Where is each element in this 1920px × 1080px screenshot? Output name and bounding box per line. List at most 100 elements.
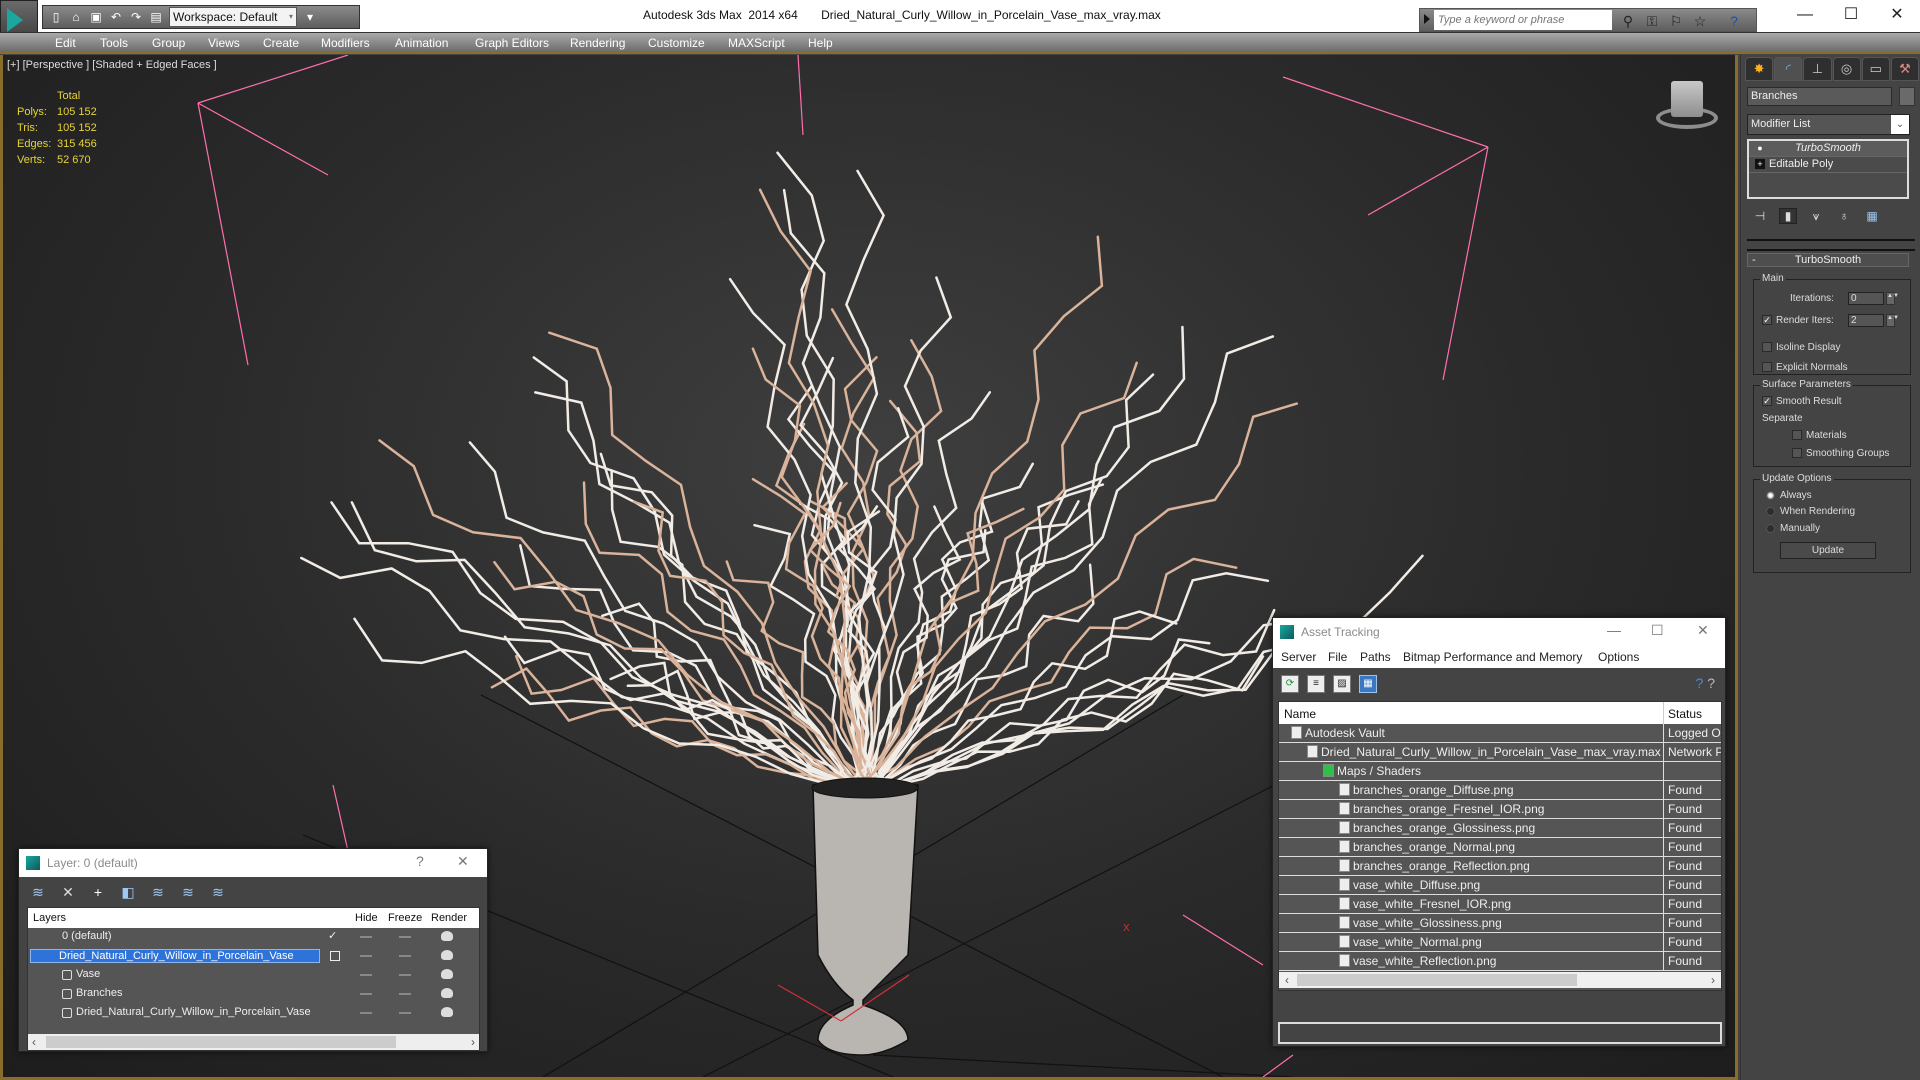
isoline-display-checkbox[interactable]: [1762, 342, 1772, 352]
create-tab-icon[interactable]: ✸: [1745, 57, 1774, 81]
expand-arrow-icon[interactable]: [1424, 14, 1430, 24]
modify-tab-icon[interactable]: ◜: [1774, 57, 1803, 81]
create-layer-icon[interactable]: ≋: [29, 883, 47, 901]
menu-maxscript[interactable]: MAXScript: [728, 36, 785, 50]
list-view-icon[interactable]: ≡: [1307, 675, 1325, 693]
thumbnail-view-icon[interactable]: ▨: [1333, 675, 1351, 693]
smooth-result-checkbox[interactable]: ✓: [1762, 396, 1772, 406]
freeze-toggle[interactable]: [399, 993, 411, 995]
object-row[interactable]: Vase: [28, 966, 479, 985]
horizontal-scrollbar[interactable]: ‹ ›: [1279, 972, 1721, 988]
hide-toggle[interactable]: [360, 974, 372, 976]
update-manually-radio[interactable]: [1766, 524, 1775, 533]
communication-center-icon[interactable]: ⚐: [1666, 11, 1686, 31]
object-color-swatch[interactable]: [1899, 87, 1915, 106]
hide-toggle[interactable]: [360, 936, 372, 938]
menu-modifiers[interactable]: Modifiers: [321, 36, 370, 50]
object-row[interactable]: Dried_Natural_Curly_Willow_in_Porcelain_…: [28, 1004, 479, 1023]
select-objects-icon[interactable]: ◧: [119, 883, 137, 901]
smoothing-groups-checkbox[interactable]: [1792, 448, 1802, 458]
render-teapot-icon[interactable]: [441, 1007, 453, 1017]
close-button[interactable]: ✕: [1697, 622, 1709, 639]
layer-row[interactable]: 0 (default) ✓: [28, 928, 479, 947]
make-current-checkbox[interactable]: [330, 951, 340, 961]
menu-paths[interactable]: Paths: [1360, 650, 1391, 664]
column-layers[interactable]: Layers: [33, 912, 66, 924]
whats-this-icon[interactable]: ?: [1707, 675, 1715, 691]
render-teapot-icon[interactable]: [441, 931, 453, 941]
stack-item-editable-poly[interactable]: + Editable Poly: [1749, 157, 1907, 173]
freeze-toggle[interactable]: [399, 1012, 411, 1014]
asset-row[interactable]: vase_white_Fresnel_IOR.png Found: [1279, 895, 1721, 914]
open-file-icon[interactable]: ⌂: [69, 10, 83, 24]
save-icon[interactable]: ▣: [89, 10, 103, 24]
update-always-radio[interactable]: [1766, 491, 1775, 500]
object-name-field[interactable]: Branches: [1747, 87, 1892, 106]
horizontal-scrollbar[interactable]: ‹ ›: [28, 1034, 479, 1050]
remove-modifier-icon[interactable]: ♁: [1835, 209, 1853, 223]
asset-row[interactable]: branches_orange_Fresnel_IOR.png Found: [1279, 800, 1721, 819]
render-iters-spinner[interactable]: ▲▼: [1886, 314, 1899, 327]
menu-rendering[interactable]: Rendering: [570, 36, 625, 50]
pin-stack-icon[interactable]: ⊣: [1751, 209, 1769, 223]
help-icon[interactable]: ?: [1724, 11, 1744, 31]
viewcube[interactable]: [1651, 75, 1721, 135]
menu-create[interactable]: Create: [263, 36, 299, 50]
menu-views[interactable]: Views: [208, 36, 240, 50]
display-tab-icon[interactable]: ▭: [1861, 57, 1890, 81]
menu-help[interactable]: Help: [808, 36, 833, 50]
object-row[interactable]: Branches: [28, 985, 479, 1004]
asset-row[interactable]: Maps / Shaders: [1279, 762, 1721, 781]
show-end-result-icon[interactable]: ▮: [1779, 208, 1797, 224]
rollout-header[interactable]: - TurboSmooth: [1747, 253, 1909, 267]
asset-row[interactable]: branches_orange_Reflection.png Found: [1279, 857, 1721, 876]
minimize-button[interactable]: —: [1782, 0, 1828, 30]
scroll-right-icon[interactable]: ›: [1711, 972, 1715, 988]
column-hide[interactable]: Hide: [355, 912, 378, 924]
viewport-label[interactable]: [+] [Perspective ] [Shaded + Edged Faces…: [7, 59, 217, 71]
lightbulb-icon[interactable]: ●: [1755, 143, 1765, 153]
stack-item-turbosmooth[interactable]: ● TurboSmooth: [1749, 141, 1907, 157]
scrollbar-thumb[interactable]: [1297, 974, 1577, 986]
hide-toggle[interactable]: [360, 993, 372, 995]
path-status-field[interactable]: [1278, 1022, 1722, 1044]
close-button[interactable]: ✕: [457, 853, 469, 870]
render-iters-input[interactable]: 2: [1848, 314, 1884, 327]
search-input[interactable]: [1434, 10, 1612, 30]
configure-modifier-sets-icon[interactable]: ▦: [1863, 209, 1881, 223]
hide-layers-icon[interactable]: ≋: [179, 883, 197, 901]
column-name[interactable]: Name: [1284, 707, 1316, 721]
delete-layer-icon[interactable]: ✕: [59, 883, 77, 901]
highlight-layer-icon[interactable]: ≋: [149, 883, 167, 901]
menu-group[interactable]: Group: [152, 36, 185, 50]
menu-customize[interactable]: Customize: [648, 36, 705, 50]
table-view-icon[interactable]: ▦: [1359, 675, 1377, 693]
asset-row[interactable]: branches_orange_Normal.png Found: [1279, 838, 1721, 857]
asset-row[interactable]: branches_orange_Glossiness.png Found: [1279, 819, 1721, 838]
column-render[interactable]: Render: [431, 912, 467, 924]
menu-tools[interactable]: Tools: [100, 36, 128, 50]
hide-toggle[interactable]: [360, 955, 372, 957]
scroll-right-icon[interactable]: ›: [471, 1034, 475, 1050]
modifier-list-dropdown[interactable]: Modifier List ⌄: [1747, 114, 1910, 135]
current-layer-check-icon[interactable]: ✓: [328, 929, 337, 942]
freeze-toggle[interactable]: [399, 974, 411, 976]
undo-icon[interactable]: ↶: [109, 10, 123, 24]
render-teapot-icon[interactable]: [441, 969, 453, 979]
customize-toolbar-icon[interactable]: ▾: [303, 10, 317, 24]
refresh-icon[interactable]: ⟳: [1281, 675, 1299, 693]
menu-options[interactable]: Options: [1598, 650, 1639, 664]
scroll-left-icon[interactable]: ‹: [1285, 972, 1289, 988]
menu-animation[interactable]: Animation: [395, 36, 448, 50]
workspace-dropdown[interactable]: Workspace: Default ▾: [169, 7, 297, 27]
close-button[interactable]: ✕: [1874, 0, 1920, 30]
maximize-button[interactable]: ☐: [1828, 0, 1874, 30]
binoculars-icon[interactable]: ⚲: [1618, 11, 1638, 31]
iterations-input[interactable]: 0: [1848, 292, 1884, 305]
key-icon[interactable]: ⚿: [1642, 11, 1662, 31]
menu-graph-editors[interactable]: Graph Editors: [475, 36, 549, 50]
motion-tab-icon[interactable]: ◎: [1832, 57, 1861, 81]
column-divider[interactable]: [1663, 702, 1664, 724]
asset-row[interactable]: vase_white_Diffuse.png Found: [1279, 876, 1721, 895]
utilities-tab-icon[interactable]: ⚒: [1890, 57, 1920, 81]
